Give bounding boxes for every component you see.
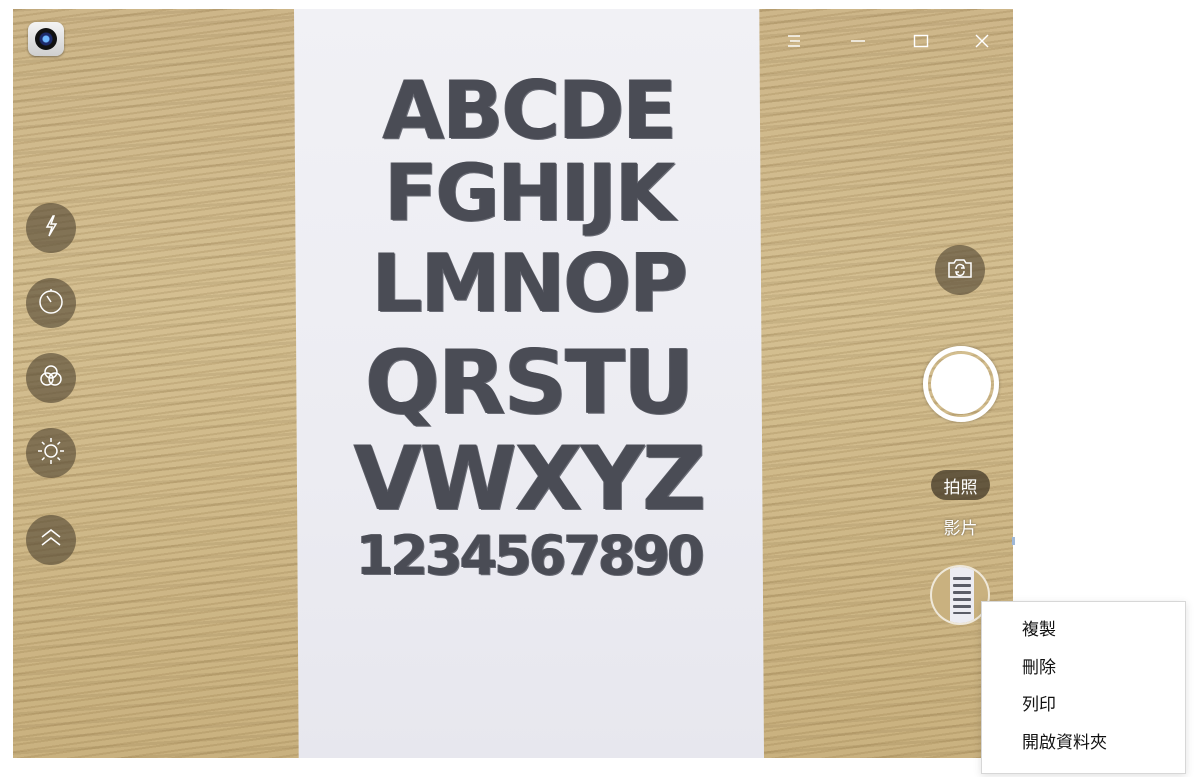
menu-icon[interactable] — [779, 31, 809, 51]
menu-item-delete[interactable]: 刪除 — [982, 650, 1185, 688]
maximize-icon[interactable] — [906, 31, 936, 51]
paper-row-2: FGHIJK — [384, 149, 675, 239]
paper-row-1: ABCDE — [382, 64, 678, 157]
paper-sheet: ABCDE FGHIJK LMNOP QRSTU VWXYZ 123456789… — [294, 9, 764, 758]
filter-button[interactable] — [26, 353, 76, 403]
camera-app-icon — [28, 22, 64, 56]
paper-row-3: LMNOP — [371, 237, 688, 330]
mode-photo-tab[interactable]: 拍照 — [931, 470, 990, 500]
context-menu: 複製 刪除 列印 開啟資料夾 — [981, 601, 1186, 774]
menu-item-open-folder[interactable]: 開啟資料夾 — [982, 725, 1185, 763]
mode-video-tab[interactable]: 影片 — [931, 511, 990, 541]
menu-item-copy[interactable]: 複製 — [982, 612, 1185, 650]
paper-row-6: 1234567890 — [356, 524, 705, 587]
flash-button[interactable] — [26, 203, 76, 253]
brightness-icon — [36, 436, 66, 470]
timer-button[interactable] — [26, 278, 76, 328]
paper-row-4: QRSTU — [365, 331, 694, 434]
divider-mark — [1012, 537, 1015, 545]
shutter-button[interactable] — [923, 346, 999, 422]
timer-icon — [37, 287, 65, 319]
brightness-button[interactable] — [26, 428, 76, 478]
switch-camera-icon — [946, 256, 974, 284]
filter-icon — [37, 362, 65, 394]
minimize-icon[interactable] — [843, 31, 873, 51]
expand-up-button[interactable] — [26, 515, 76, 565]
close-icon[interactable] — [967, 31, 997, 51]
camera-viewfinder: ABCDE FGHIJK LMNOP QRSTU VWXYZ 123456789… — [13, 9, 1013, 758]
menu-item-print[interactable]: 列印 — [982, 687, 1185, 725]
flash-icon — [40, 214, 62, 242]
paper-row-5: VWXYZ — [353, 427, 707, 530]
expand-up-icon — [39, 527, 63, 553]
switch-camera-button[interactable] — [935, 245, 985, 295]
